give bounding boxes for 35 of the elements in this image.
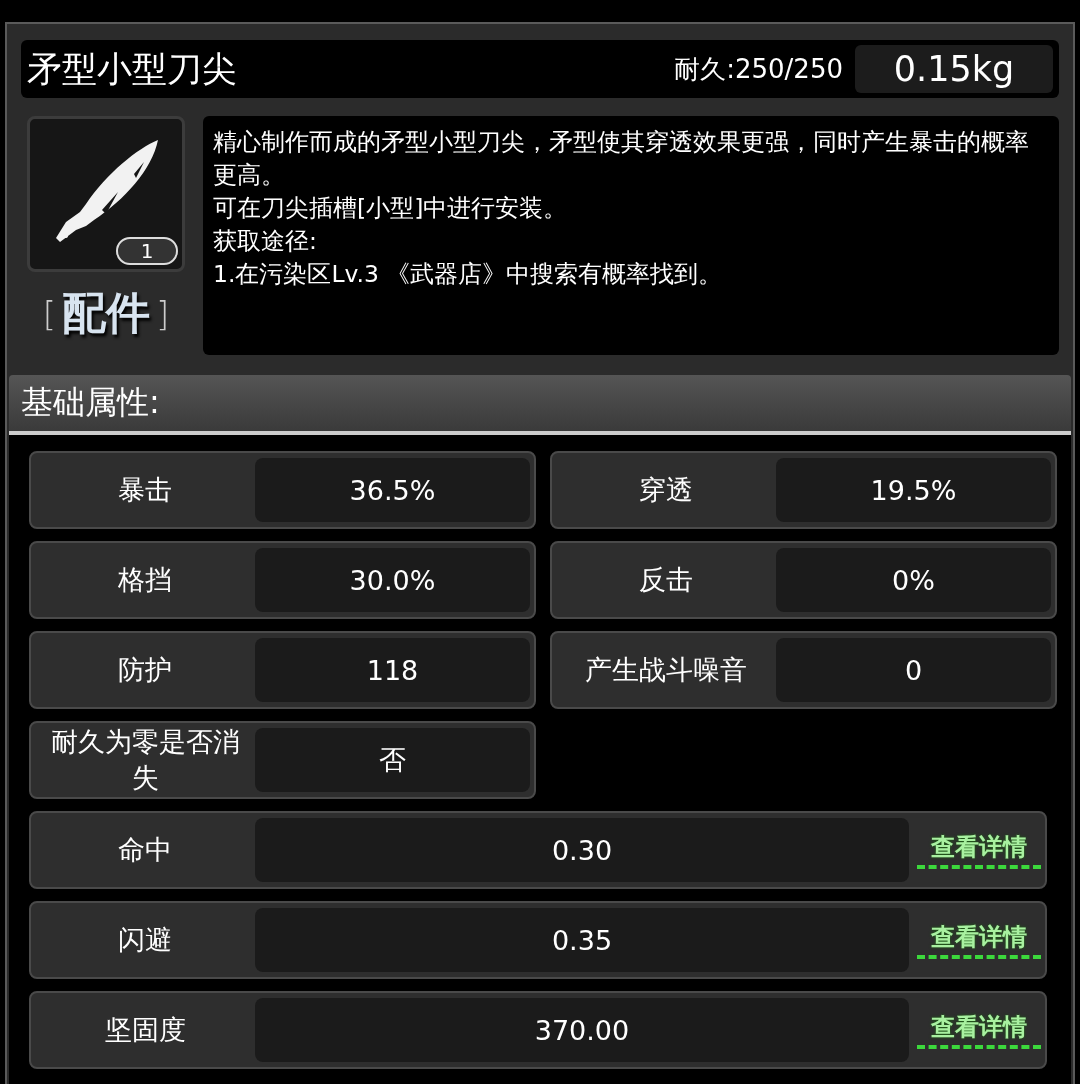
stat-value: 0 [776, 638, 1051, 702]
details-link[interactable]: 查看详情 [917, 1011, 1041, 1049]
stat-label: 耐久为零是否消失 [49, 725, 241, 795]
stat-label: 格挡 [117, 563, 173, 597]
stat-label: 穿透 [638, 473, 694, 507]
count-badge: 1 [116, 237, 178, 265]
durability: 耐久:250/250 [674, 52, 843, 86]
stat-value: 0.35 [255, 908, 909, 972]
description-line: 获取途径: [213, 226, 318, 257]
item-name: 矛型小型刀尖 [27, 47, 238, 91]
stat-value: 0% [776, 548, 1051, 612]
stat-value: 否 [255, 728, 530, 792]
details-link[interactable]: 查看详情 [917, 831, 1041, 869]
item-category: 配件 [62, 286, 150, 340]
weight: 0.15kg [855, 45, 1053, 93]
description-line: 精心制作而成的矛型小型刀尖，矛型使其穿透效果更强，同时产生暴击的概率更高。 [213, 127, 1030, 191]
stat-label: 暴击 [117, 473, 173, 507]
description-line: 1.在污染区Lv.3 《武器店》中搜索有概率找到。 [213, 259, 724, 290]
details-link[interactable]: 查看详情 [917, 921, 1041, 959]
stat-value: 36.5% [255, 458, 530, 522]
stat-label: 命中 [117, 833, 173, 867]
stat-value: 0.30 [255, 818, 909, 882]
stat-label: 防护 [117, 653, 173, 687]
stat-value: 19.5% [776, 458, 1051, 522]
description-line: 可在刀尖插槽[小型]中进行安装。 [213, 193, 569, 224]
stat-value: 30.0% [255, 548, 530, 612]
stat-label: 闪避 [117, 923, 173, 957]
stat-value: 370.00 [255, 998, 909, 1062]
section-title: 基础属性: [9, 375, 1071, 435]
stat-label: 坚固度 [103, 1013, 187, 1047]
bracket: [ [42, 293, 56, 334]
bracket: ] [156, 293, 170, 334]
stat-label: 反击 [638, 563, 694, 597]
stat-label: 产生战斗噪音 [584, 653, 748, 687]
stat-value: 118 [255, 638, 530, 702]
